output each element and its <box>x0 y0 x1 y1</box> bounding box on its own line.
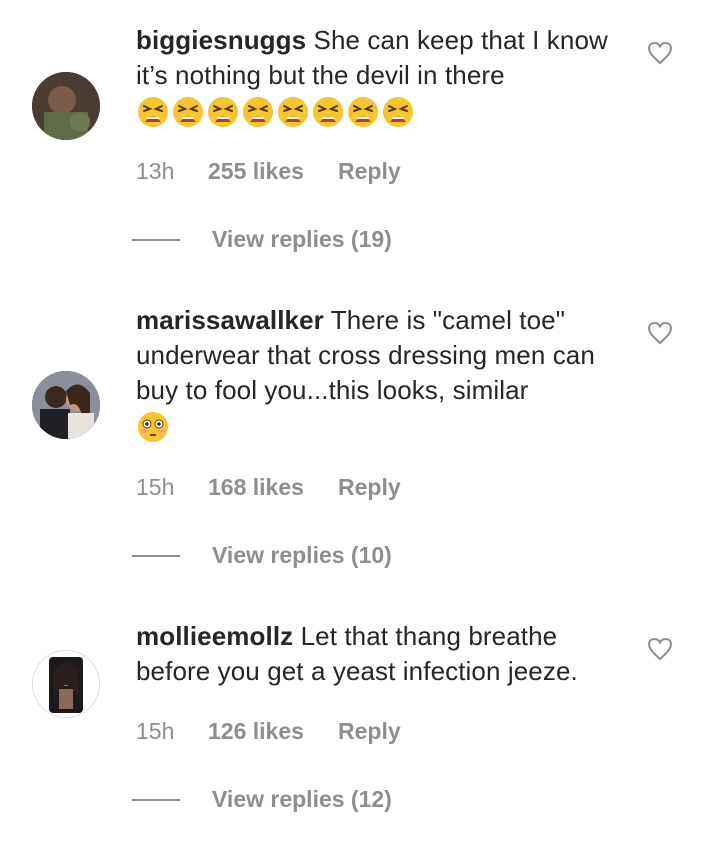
comment-username[interactable]: marissawallker <box>136 305 324 335</box>
comment-time: 15h <box>136 718 175 744</box>
reply-button[interactable]: Reply <box>338 718 401 745</box>
tired-face-emoji <box>278 97 308 127</box>
tired-face-emoji <box>313 97 343 127</box>
view-replies-label: View replies (10) <box>212 542 392 568</box>
comment-time: 15h <box>136 474 175 500</box>
comment-likes[interactable]: 255 likes <box>208 158 338 185</box>
comment-body: biggiesnuggs She can keep that I know it… <box>136 23 626 129</box>
tired-face-emoji <box>348 97 378 127</box>
avatar[interactable] <box>32 371 100 439</box>
tired-face-emoji <box>173 97 203 127</box>
tired-face-emoji <box>243 97 273 127</box>
reply-button[interactable]: Reply <box>338 158 401 185</box>
heart-icon[interactable] <box>647 41 673 65</box>
view-replies-button[interactable]: View replies (10) <box>132 542 392 569</box>
reply-button[interactable]: Reply <box>338 474 401 501</box>
divider-line <box>132 554 180 557</box>
view-replies-button[interactable]: View replies (12) <box>132 786 392 813</box>
tired-face-emoji <box>208 97 238 127</box>
heart-icon[interactable] <box>647 637 673 661</box>
emoji-row <box>136 95 626 129</box>
tired-face-emoji <box>138 97 168 127</box>
comment-username[interactable]: biggiesnuggs <box>136 25 306 55</box>
comment-meta: 15h 126 likes Reply <box>136 718 401 745</box>
comment-likes[interactable]: 168 likes <box>208 474 338 501</box>
comment-meta: 13h 255 likes Reply <box>136 158 401 185</box>
comment-meta: 15h 168 likes Reply <box>136 474 401 501</box>
comment-body: mollieemollz Let that thang breathe befo… <box>136 619 626 689</box>
view-replies-label: View replies (19) <box>212 226 392 252</box>
comment-username[interactable]: mollieemollz <box>136 621 293 651</box>
flushed-face-emoji <box>138 412 168 442</box>
avatar[interactable] <box>32 650 100 718</box>
comment-body: marissawallker There is "camel toe" unde… <box>136 303 626 444</box>
heart-icon[interactable] <box>647 321 673 345</box>
emoji-row <box>136 410 626 444</box>
tired-face-emoji <box>383 97 413 127</box>
comment-time: 13h <box>136 158 175 184</box>
view-replies-button[interactable]: View replies (19) <box>132 226 392 253</box>
view-replies-label: View replies (12) <box>212 786 392 812</box>
avatar[interactable] <box>32 72 100 140</box>
comment-likes[interactable]: 126 likes <box>208 718 338 745</box>
divider-line <box>132 238 180 241</box>
divider-line <box>132 798 180 801</box>
